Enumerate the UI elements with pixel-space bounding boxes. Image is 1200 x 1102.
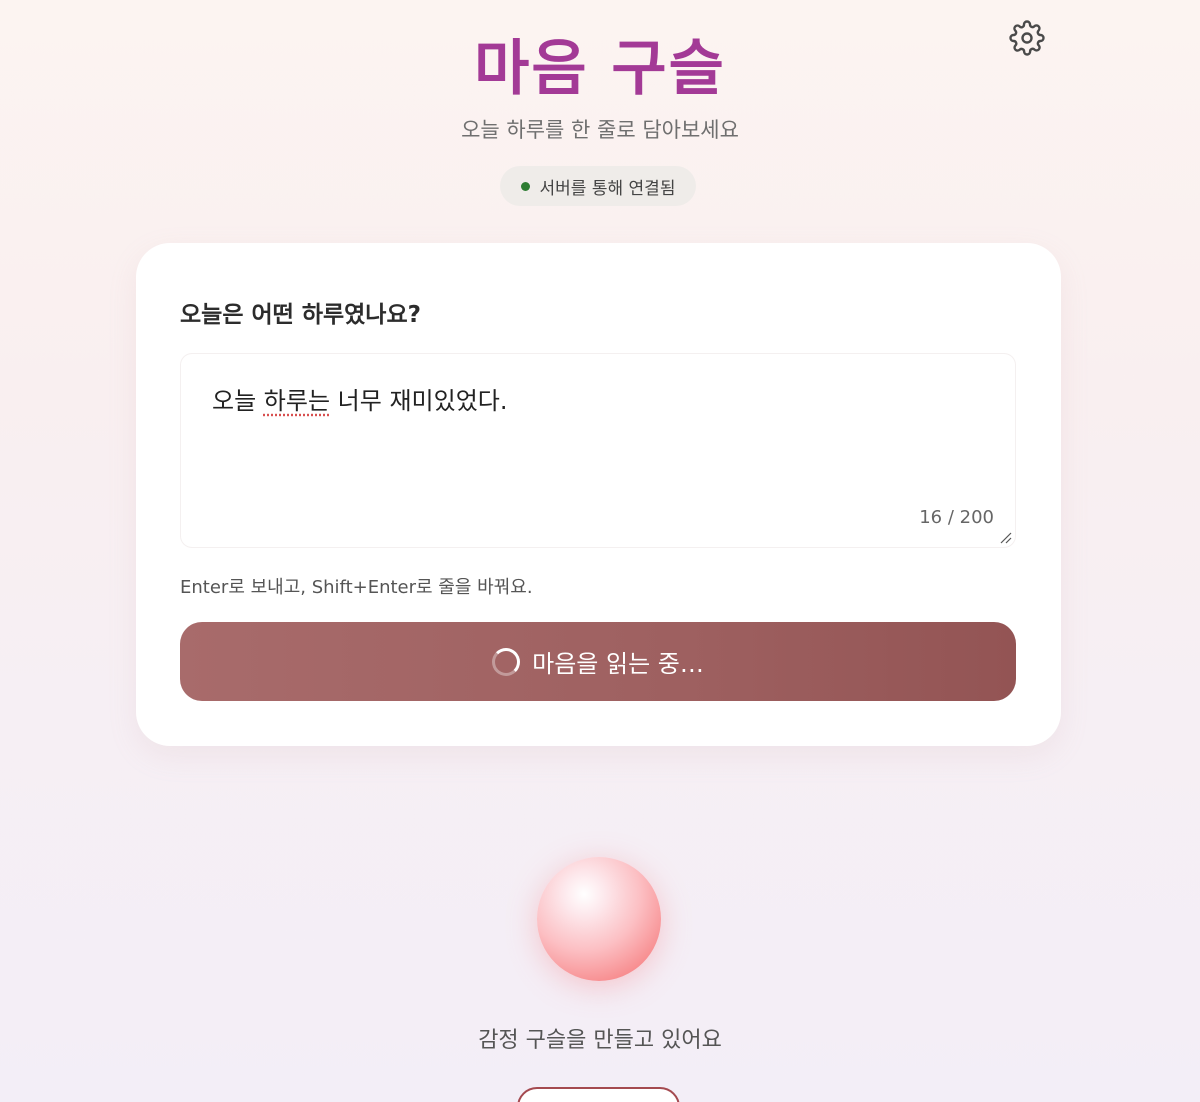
connection-status-badge: 서버를 통해 연결됨 — [500, 166, 696, 206]
bottom-button[interactable] — [517, 1087, 680, 1102]
entry-card: 오늘은 어떤 하루였나요? 오늘 하루는 너무 재미있었다. 16 / 200 … — [136, 243, 1061, 746]
orb-caption: 감정 구슬을 만들고 있어요 — [478, 1028, 722, 1053]
spellcheck-word: 하루는 — [263, 387, 331, 415]
gear-icon — [1009, 20, 1045, 56]
resize-handle-icon[interactable] — [1000, 532, 1012, 544]
question-label: 오늘은 어떤 하루였나요? — [180, 302, 421, 328]
entry-text-end: 너무 재미있었다. — [330, 387, 508, 415]
submit-button[interactable]: 마음을 읽는 중… — [180, 622, 1016, 701]
loading-spinner-icon — [492, 647, 521, 676]
submit-button-label: 마음을 읽는 중… — [532, 650, 704, 678]
settings-button[interactable] — [1007, 18, 1047, 58]
status-text: 서버를 통해 연결됨 — [539, 178, 676, 199]
entry-text-start: 오늘 — [212, 387, 264, 415]
subtitle: 오늘 하루를 한 줄로 담아보세요 — [461, 118, 739, 142]
status-dot-icon — [520, 181, 530, 191]
diary-textarea[interactable]: 오늘 하루는 너무 재미있었다. 16 / 200 — [180, 353, 1016, 548]
emotion-orb — [537, 857, 661, 981]
keyboard-hint: Enter로 보내고, Shift+Enter로 줄을 바꿔요. — [180, 577, 533, 598]
entry-text: 오늘 하루는 너무 재미있었다. — [212, 381, 508, 416]
char-count: 16 / 200 — [919, 507, 994, 528]
